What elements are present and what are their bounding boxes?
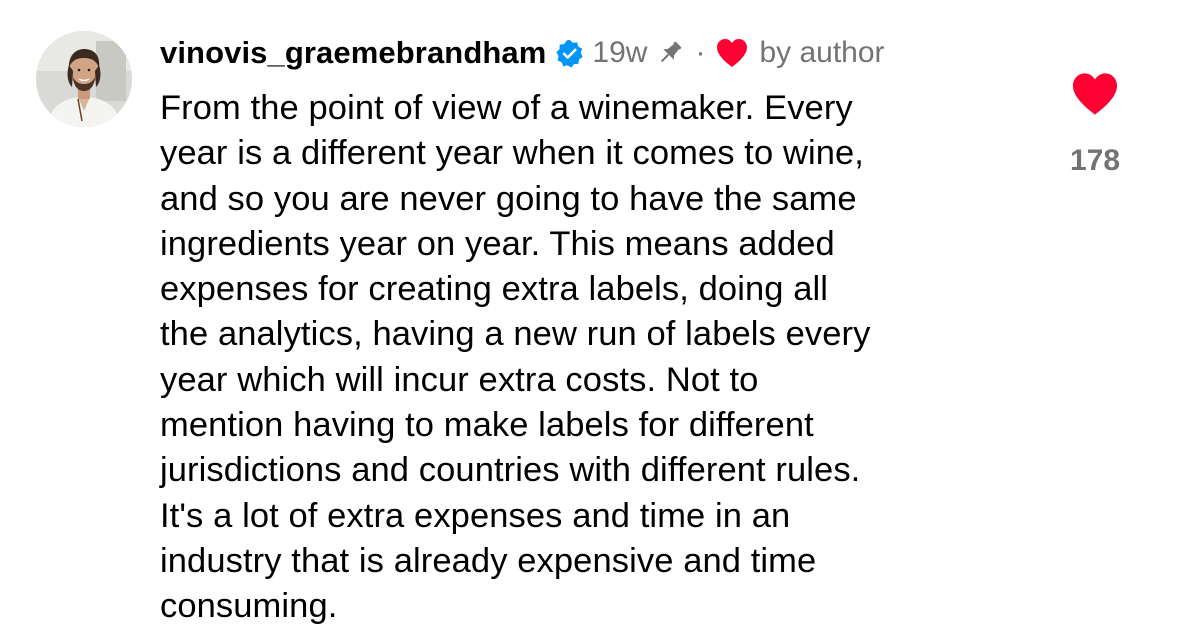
comment-text-line: industry that is already expensive and t… [160,541,817,580]
comment: vinovis_graemebrandham 19w · by author F… [0,0,1179,639]
liked-by-author-label: by author [759,36,885,69]
pin-icon [655,38,685,68]
heart-icon [715,37,749,69]
avatar[interactable] [36,31,132,127]
comment-header: vinovis_graemebrandham 19w · by author [160,30,885,76]
like-count: 178 [1069,144,1121,177]
comment-text-line: From the point of view of a winemaker. E… [160,89,853,127]
comment-text-line: consuming. [160,587,338,626]
comment-text-line: jurisdictions and countries with differe… [160,451,861,490]
heart-filled-icon [1072,73,1118,115]
verified-badge-icon [555,39,584,68]
comment-text-line: mention having to make labels for differ… [160,406,814,445]
comment-text-line: the analytics, having a new run of label… [160,315,871,354]
like-button[interactable] [1070,70,1120,118]
avatar-image [36,31,132,127]
comment-text-line: year is a different year when it comes t… [160,134,864,173]
comment-text-line: year which will incur extra costs. Not t… [160,360,759,399]
comment-text: From the point of view of a winemaker. E… [160,86,1030,630]
separator-dot: · [695,36,706,69]
comment-text-line: and so you are never going to have the s… [160,179,857,218]
comment-text-line: ingredients year on year. This means add… [160,224,835,263]
username[interactable]: vinovis_graemebrandham [160,35,546,71]
comment-text-line: expenses for creating extra labels, doin… [160,270,829,309]
comment-timestamp: 19w [592,36,648,69]
comment-text-line: It's a lot of extra expenses and time in… [160,496,791,535]
